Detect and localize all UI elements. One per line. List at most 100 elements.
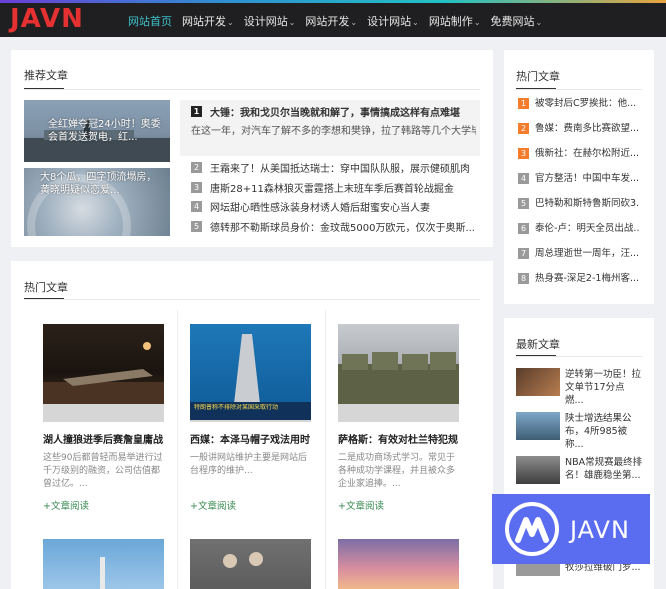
latest-title: NBA常规赛最终排名！雄鹿稳坐第... xyxy=(565,457,643,481)
news-title: 王霜来了！从美国抵达瑞士：穿中国队队服，展示健硕肌肉 xyxy=(210,164,470,175)
rank-badge: 2 xyxy=(518,123,529,134)
section-title: 热门文章 xyxy=(516,70,560,83)
latest-item[interactable]: 陕士增选结果公布，4所985被称... xyxy=(516,412,642,450)
article-title: 西媒：本泽马帽子戏法用时... xyxy=(190,435,311,446)
divider xyxy=(516,89,642,90)
article-card[interactable]: 湖人撞狼进季后赛詹皇庸战... 这些90后都曾轻而易举进行过千万级别的融资，公司… xyxy=(43,324,164,514)
chevron-down-icon: ⌄ xyxy=(350,18,358,27)
nav-item-web-make[interactable]: 网站制作⌄ xyxy=(429,13,481,29)
article-summary: 二是成功商场式学习。常见于各种成功学课程，并且被众多企业家追捧。... xyxy=(338,453,456,489)
section-title: 最新文章 xyxy=(516,338,560,351)
rank-badge: 1 xyxy=(518,98,529,109)
article-image[interactable] xyxy=(338,539,459,589)
article-title: 萨格斯：有效对杜兰特犯规... xyxy=(338,435,459,446)
article-card[interactable]: 萨格斯：有效对杜兰特犯规... 二是成功商场式学习。常见于各种成功学课程，并且被… xyxy=(338,324,459,514)
nav-item-design-2[interactable]: 设计网站⌄ xyxy=(367,13,419,29)
rank-badge: 4 xyxy=(191,201,202,212)
image-caption: 特朗普称不排除对某国采取行动 xyxy=(194,404,279,411)
column-divider xyxy=(325,310,326,589)
sidebar-hot-item[interactable]: 5 巴特勒和斯特鲁斯同砍3... xyxy=(518,195,640,212)
brand-logo-icon xyxy=(505,502,559,556)
section-title: 推荐文章 xyxy=(24,69,68,82)
nav-item-design[interactable]: 设计网站⌄ xyxy=(244,13,296,29)
latest-item[interactable]: 逆转第一功臣！拉文单节17分点燃... xyxy=(516,368,642,406)
divider xyxy=(24,299,480,300)
news-item[interactable]: 4 网坛甜心晒性感泳装身材诱人婚后甜蜜安心当人妻 xyxy=(191,199,476,215)
article-image[interactable] xyxy=(190,539,311,589)
news-title: 德转那不勒斯球员身价：金玟哉5000万欧元，仅次于奥斯... xyxy=(210,223,475,234)
divider xyxy=(24,89,480,90)
news-item[interactable]: 2 王霜来了！从美国抵达瑞士：穿中国队队服，展示健硕肌肉 xyxy=(191,160,476,176)
nav-label: 网站开发 xyxy=(182,15,226,28)
sidebar-hot-title: 鲁媒：费南多比赛欲望... xyxy=(535,123,640,134)
nav-label: 设计网站 xyxy=(367,15,412,28)
sidebar-hot-item[interactable]: 2 鲁媒：费南多比赛欲望... xyxy=(518,120,640,137)
latest-title: 陕士增选结果公布，4所985被称... xyxy=(565,413,632,450)
chevron-down-icon: ⌄ xyxy=(288,18,296,27)
read-more-link[interactable]: +文章阅读 xyxy=(190,498,236,512)
rank-badge: 4 xyxy=(518,173,529,184)
rank-badge: 3 xyxy=(518,148,529,159)
nav-label: 网站制作 xyxy=(428,15,473,28)
sidebar-hot-item[interactable]: 7 周总理逝世一周年，汪... xyxy=(518,245,640,262)
ad-banner[interactable]: JAVN xyxy=(492,494,650,564)
sidebar-hot-title: 热身赛-深足2-1梅州客... xyxy=(535,273,640,284)
latest-thumbnail xyxy=(516,456,560,484)
news-title: 网坛甜心晒性感泳装身材诱人婚后甜蜜安心当人妻 xyxy=(210,203,430,214)
sidebar-hot-item[interactable]: 4 官方整活！中国中车发... xyxy=(518,170,640,187)
nav-item-web-dev-2[interactable]: 网站开发⌄ xyxy=(305,13,357,29)
nav-item-free-sites[interactable]: 免费网站⌄ xyxy=(491,13,543,29)
column-divider xyxy=(177,310,178,589)
nav-label: 网站首页 xyxy=(128,15,172,28)
nav-item-home[interactable]: 网站首页 xyxy=(128,13,172,29)
rank-badge: 5 xyxy=(518,198,529,209)
rank-badge: 3 xyxy=(191,182,202,193)
sidebar-hot-item[interactable]: 6 泰伦-卢：明天全员出战... xyxy=(518,220,640,237)
latest-title: 逆转第一功臣！拉文单节17分点燃... xyxy=(565,369,642,406)
article-title: 湖人撞狼进季后赛詹皇庸战... xyxy=(43,435,164,446)
slide-caption: 大8个瓜，四字顶流塌房，黄晓明疑似恋爱... xyxy=(40,172,157,196)
rank-badge: 1 xyxy=(191,106,202,117)
article-image[interactable] xyxy=(43,539,164,589)
news-item[interactable]: 3 唐斯28+11森林狼灭雷霆搭上末班车季后赛首轮战掘金 xyxy=(191,180,476,196)
slide-image[interactable]: 全红婵夺冠24小时！奥委会首发送贺电，红... xyxy=(24,100,170,162)
nav-label: 设计网站 xyxy=(243,15,288,28)
nav-label: 网站开发 xyxy=(305,15,350,28)
news-item[interactable]: 1 大锤：我和戈贝尔当晚就和解了，事情搞成这样有点难堪 xyxy=(191,104,476,120)
sidebar-hot-item[interactable]: 3 俄新社：在赫尔松附近... xyxy=(518,145,640,162)
read-more-link[interactable]: +文章阅读 xyxy=(338,498,384,512)
article-image xyxy=(43,324,164,404)
gradient-accent-line xyxy=(0,0,666,3)
nav-item-web-dev[interactable]: 网站开发⌄ xyxy=(182,13,234,29)
article-card[interactable]: 特朗普称不排除对某国采取行动 西媒：本泽马帽子戏法用时... 一般讲网站维护主要… xyxy=(190,324,311,514)
rank-badge: 6 xyxy=(518,223,529,234)
rank-badge: 7 xyxy=(518,248,529,259)
chevron-down-icon: ⌄ xyxy=(473,18,481,27)
sidebar-hot-title: 被零封后C罗挨批：他... xyxy=(535,98,637,109)
slide-image[interactable]: 大8个瓜，四字顶流塌房，黄晓明疑似恋爱... xyxy=(24,168,170,236)
sidebar-hot-item[interactable]: 1 被零封后C罗挨批：他... xyxy=(518,95,640,112)
article-summary: 这些90后都曾轻而易举进行过千万级别的融资，公司估值都曾过亿。... xyxy=(43,453,163,489)
latest-item[interactable]: NBA常规赛最终排名！雄鹿稳坐第... xyxy=(516,456,642,488)
divider xyxy=(516,356,642,357)
article-image xyxy=(338,324,459,404)
site-logo[interactable]: JAVN xyxy=(10,4,84,34)
main-nav: 网站首页 网站开发⌄ 设计网站⌄ 网站开发⌄ 设计网站⌄ 网站制作⌄ 免费网站⌄ xyxy=(128,13,552,29)
chevron-down-icon: ⌄ xyxy=(535,18,543,27)
article-photo xyxy=(338,352,459,404)
chevron-down-icon: ⌄ xyxy=(412,18,419,27)
sidebar-hot-title: 俄新社：在赫尔松附近... xyxy=(535,148,640,159)
sidebar-hot-item[interactable]: 8 热身赛-深足2-1梅州客... xyxy=(518,270,640,287)
read-more-link[interactable]: +文章阅读 xyxy=(43,498,89,512)
sidebar-hot-title: 巴特勒和斯特鲁斯同砍3... xyxy=(535,198,640,209)
article-photo xyxy=(190,539,311,589)
sidebar-hot-title: 泰伦-卢：明天全员出战... xyxy=(535,223,640,234)
section-title: 热门文章 xyxy=(24,281,68,294)
rank-badge: 2 xyxy=(191,162,202,173)
image-placeholder-band xyxy=(338,404,459,422)
sidebar-hot-title: 官方整活！中国中车发... xyxy=(535,173,640,184)
news-item[interactable]: 5 德转那不勒斯球员身价：金玟哉5000万欧元，仅次于奥斯... xyxy=(191,219,476,235)
news-title: 唐斯28+11森林狼灭雷霆搭上末班车季后赛首轮战掘金 xyxy=(210,184,454,195)
news-title: 大锤：我和戈贝尔当晚就和解了，事情搞成这样有点难堪 xyxy=(210,108,460,119)
article-image: 特朗普称不排除对某国采取行动 xyxy=(190,324,311,420)
